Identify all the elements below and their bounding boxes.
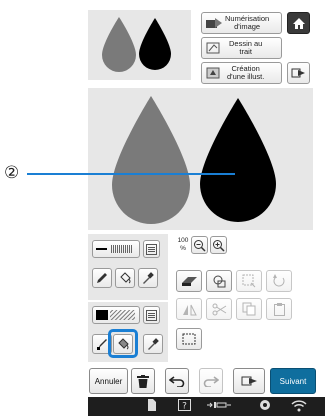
line-bucket-button[interactable] [115, 268, 135, 288]
stamp-button[interactable] [206, 270, 232, 292]
paste-icon [273, 303, 285, 316]
cancel-button[interactable]: Annuler [89, 368, 128, 394]
undo-icon [169, 376, 185, 387]
rectangle-select-icon [182, 333, 196, 345]
next-label: Suivant [279, 376, 307, 386]
rectangle-select-button[interactable] [176, 328, 202, 350]
rotate-icon [273, 274, 285, 287]
document-icon [148, 399, 156, 411]
fill-bucket-button[interactable] [113, 334, 133, 354]
line-settings-button[interactable] [143, 240, 160, 258]
bobbin-icon [260, 400, 270, 410]
pencil-icon [97, 273, 107, 283]
line-drawing-button[interactable]: Dessin au trait [201, 37, 282, 59]
home-button[interactable] [287, 12, 310, 34]
fill-eyedropper-button[interactable] [143, 334, 163, 354]
line-type-button[interactable] [92, 240, 140, 258]
undo-button[interactable] [165, 368, 189, 394]
eraser-icon [181, 277, 197, 286]
thumbnail-drops [102, 17, 171, 72]
gray-drop-shape [112, 96, 190, 224]
fill-color-button[interactable] [92, 306, 140, 324]
cut-button[interactable] [206, 298, 232, 320]
save-export-button[interactable] [233, 368, 265, 394]
export-icon [241, 376, 257, 386]
eyedropper-icon [148, 338, 159, 350]
cancel-label: Annuler [94, 376, 123, 386]
line-drawing-label: Dessin au trait [229, 39, 263, 56]
illustration-icon [206, 67, 220, 79]
select-icon [242, 274, 256, 288]
line-drawing-icon [206, 42, 220, 54]
wifi-icon [291, 400, 307, 412]
illustration-button[interactable]: Création d'une illust. [201, 62, 282, 84]
svg-text:?: ? [182, 402, 187, 412]
zoom-unit: % [180, 245, 186, 252]
illustration-label: Création d'une illust. [227, 64, 265, 81]
help-icon: ? [178, 399, 191, 411]
settings-list-icon [146, 309, 157, 321]
black-drop-shape [200, 98, 276, 222]
scan-icon [206, 18, 222, 28]
rotate-button[interactable] [266, 270, 292, 292]
zoom-out-icon [194, 239, 206, 252]
home-icon [292, 17, 305, 29]
thread-tension-icon [207, 402, 231, 408]
line-type-icon [96, 245, 132, 253]
drawing-canvas[interactable] [88, 88, 313, 230]
next-button[interactable]: Suivant [270, 368, 316, 394]
mirror-button[interactable] [176, 298, 202, 320]
zoom-value: 100 [177, 237, 189, 244]
stamp-icon [213, 275, 225, 288]
zoom-in-button[interactable] [210, 236, 227, 254]
thumbnail-preview [88, 10, 191, 80]
canvas-drops [112, 96, 276, 224]
redo-icon [203, 376, 219, 387]
brush-icon [97, 339, 107, 350]
pencil-button[interactable] [92, 268, 112, 288]
zoom-level: 100 % [176, 237, 190, 255]
cut-icon [212, 303, 226, 315]
copy-button[interactable] [236, 298, 262, 320]
mirror-icon [182, 304, 197, 315]
export-button[interactable] [287, 62, 310, 84]
callout-number: ② [4, 163, 20, 182]
callout-line [27, 173, 235, 175]
image-scan-label: Numérisation d'image [225, 14, 270, 31]
eraser-button[interactable] [176, 270, 202, 292]
settings-list-icon [146, 243, 157, 255]
bucket-icon [120, 272, 131, 284]
fill-settings-button[interactable] [143, 306, 160, 324]
select-area-button[interactable] [236, 270, 262, 292]
zoom-out-button[interactable] [191, 236, 208, 254]
copy-icon [242, 302, 256, 316]
export-icon [291, 68, 305, 78]
zoom-in-icon [213, 239, 225, 252]
delete-icon [137, 374, 149, 388]
line-eyedropper-button[interactable] [138, 268, 158, 288]
paste-button[interactable] [266, 298, 292, 320]
eyedropper-icon [143, 272, 154, 284]
redo-button[interactable] [199, 368, 223, 394]
fill-color-swatch [96, 310, 135, 320]
bucket-icon [118, 338, 129, 350]
delete-button[interactable] [131, 368, 155, 394]
image-scan-button[interactable]: Numérisation d'image [201, 12, 282, 34]
